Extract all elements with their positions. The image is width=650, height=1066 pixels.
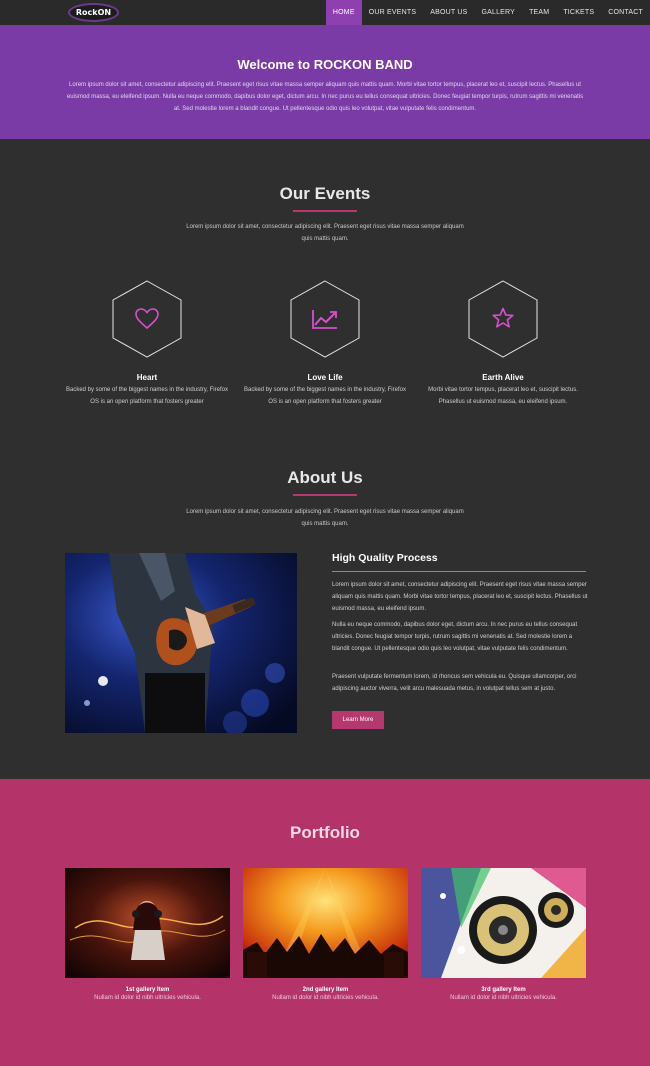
event-heart-text: Backed by some of the biggest names in t… (66, 387, 228, 405)
gallery-image-2[interactable] (243, 868, 408, 978)
event-earth-alive-text: Morbi vitae tortor tempus, placerat leo … (428, 387, 578, 405)
nav-item-our-events[interactable]: OUR EVENTS (362, 0, 424, 25)
about-paragraph-2: Nulla eu neque commodo, dapibus dolor eg… (332, 622, 578, 652)
event-love-life-title: Love Life (307, 373, 343, 382)
hero-title: Welcome to ROCKON BAND (237, 57, 413, 72)
gallery-item-3[interactable]: 3rd gallery Item Nullam id dolor id nibh… (421, 868, 586, 1001)
about-paragraph-3: Praesent vulputate fermentum lorem, id r… (332, 674, 577, 692)
about-title-underline (293, 494, 357, 496)
about-heading: High Quality Process (332, 552, 438, 564)
gallery-item-2[interactable]: 2nd gallery Item Nullam id dolor id nibh… (243, 868, 408, 1001)
gallery-item-3-title: 3rd gallery Item (481, 987, 526, 993)
nav-item-team[interactable]: TEAM (522, 0, 556, 25)
about-title: About Us (287, 468, 363, 487)
gallery-item-2-text: Nullam id dolor id nibh ultricies vehicu… (272, 995, 379, 1001)
star-icon (492, 307, 514, 328)
gallery-item-1[interactable]: 1st gallery Item Nullam id dolor id nibh… (65, 868, 230, 1001)
top-navbar: RockON HOME OUR EVENTS ABOUT US GALLERY … (0, 0, 650, 25)
about-paragraph-1: Lorem ipsum dolor sit amet, consectetur … (332, 582, 588, 612)
guitarist-photo (65, 553, 297, 733)
event-earth-alive-title: Earth Alive (482, 373, 524, 382)
nav-item-gallery[interactable]: GALLERY (474, 0, 522, 25)
nav-item-contact[interactable]: CONTACT (601, 0, 650, 25)
portfolio-section: Portfolio 1st gallery Item Nullam id dol… (0, 779, 650, 1066)
about-subtitle: Lorem ipsum dolor sit amet, consectetur … (186, 509, 464, 527)
heart-icon (135, 308, 159, 330)
learn-more-button[interactable]: Learn More (332, 711, 384, 729)
gallery-item-1-title: 1st gallery Item (125, 987, 170, 993)
portfolio-title: Portfolio (290, 823, 360, 842)
event-love-life-text: Backed by some of the biggest names in t… (244, 387, 406, 405)
gallery-item-1-text: Nullam id dolor id nibh ultricies vehicu… (94, 995, 201, 1001)
nav-item-about-us[interactable]: ABOUT US (423, 0, 474, 25)
about-heading-rule (332, 571, 586, 572)
chart-trend-icon (312, 310, 337, 329)
gallery-image-3[interactable] (421, 868, 586, 978)
nav-item-tickets[interactable]: TICKETS (556, 0, 601, 25)
events-title-underline (293, 210, 357, 212)
hero-banner: Welcome to ROCKON BAND Lorem ipsum dolor… (0, 25, 650, 139)
event-heart-title: Heart (136, 373, 158, 382)
main-menu: HOME OUR EVENTS ABOUT US GALLERY TEAM TI… (325, 0, 650, 25)
gallery-image-1[interactable] (65, 868, 230, 978)
hero-text: Lorem ipsum dolor sit amet, consectetur … (66, 82, 584, 112)
nav-item-home[interactable]: HOME (325, 0, 362, 25)
gallery-item-3-text: Nullam id dolor id nibh ultricies vehicu… (450, 995, 557, 1001)
gallery-item-2-title: 2nd gallery Item (302, 987, 349, 993)
site-logo[interactable]: RockON (68, 3, 119, 22)
events-title: Our Events (279, 184, 371, 203)
events-subtitle: Lorem ipsum dolor sit amet, consectetur … (186, 224, 464, 242)
